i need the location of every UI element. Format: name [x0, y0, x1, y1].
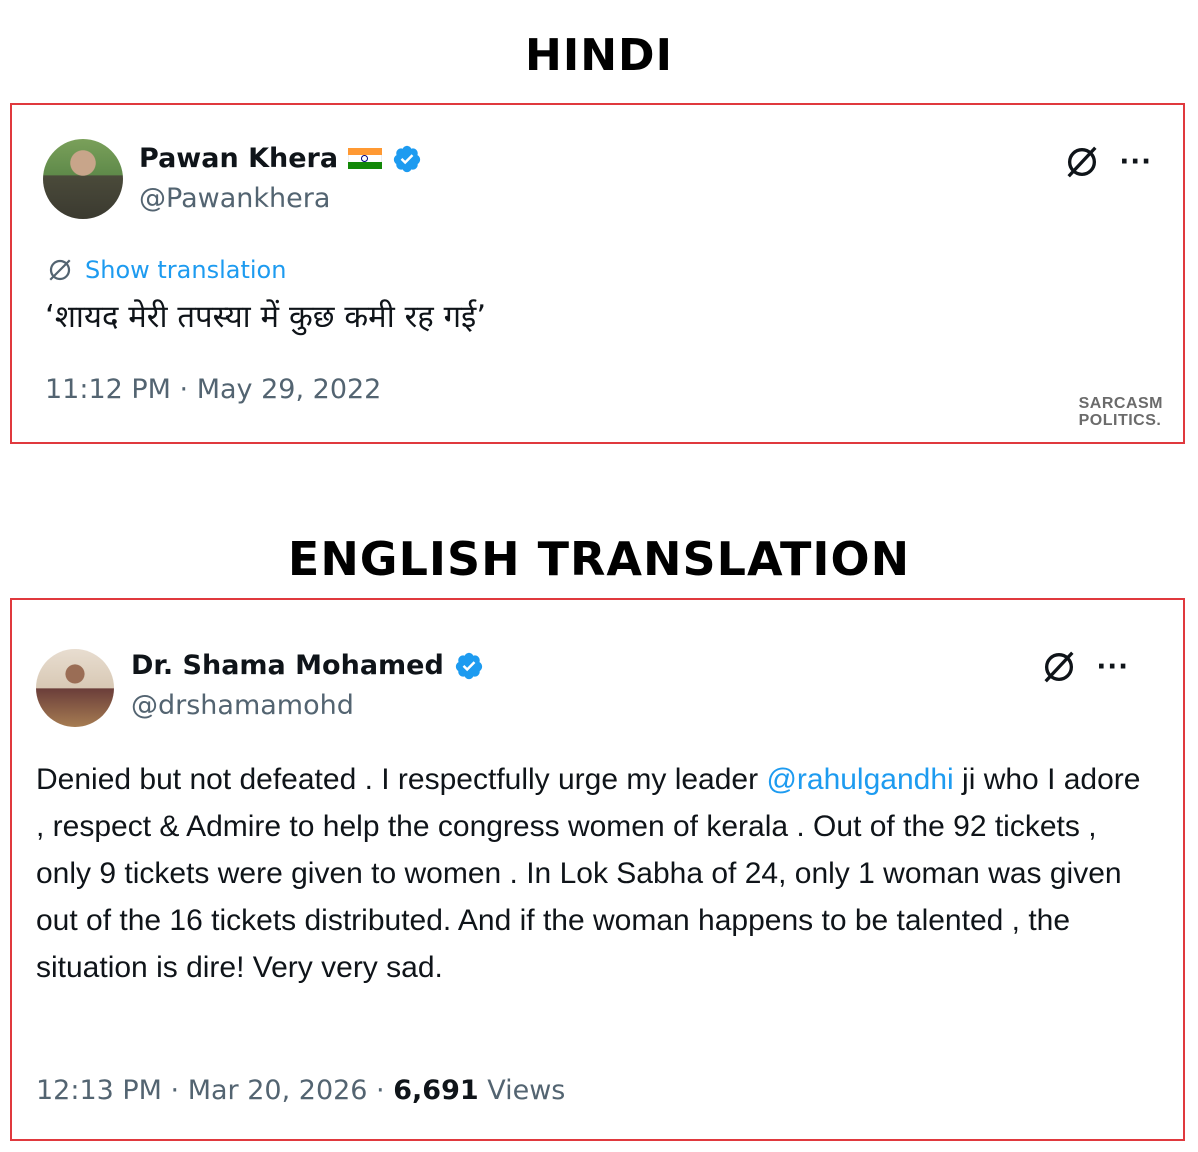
- tweet-timestamp[interactable]: 11:12 PM · May 29, 2022: [45, 374, 381, 405]
- grok-icon[interactable]: [1040, 648, 1078, 686]
- tweet-text-part-1: Denied but not defeated . I respectfully…: [36, 763, 767, 796]
- indian-flag-icon: [348, 147, 383, 170]
- avatar[interactable]: [43, 139, 123, 219]
- show-translation-link[interactable]: Show translation: [45, 255, 286, 285]
- tweet-text-part-2: ji who I adore , respect & Admire to hel…: [36, 763, 1141, 984]
- verified-badge-icon[interactable]: [392, 144, 422, 174]
- more-icon[interactable]: ···: [1096, 654, 1129, 680]
- tweet-actions-top: ···: [1063, 143, 1152, 181]
- author-name[interactable]: Pawan Khera: [139, 143, 338, 174]
- show-translation-label[interactable]: Show translation: [85, 256, 286, 284]
- author-name[interactable]: Dr. Shama Mohamed: [131, 650, 444, 681]
- author-name-row: Pawan Khera: [139, 143, 422, 174]
- author-handle[interactable]: @drshamamohd: [131, 690, 354, 721]
- verified-badge-icon[interactable]: [454, 651, 484, 681]
- author-handle[interactable]: @Pawankhera: [139, 183, 330, 214]
- views-label: Views: [478, 1075, 566, 1106]
- more-icon[interactable]: ···: [1119, 149, 1152, 175]
- tweet-text: ‘शायद मेरी तपस्या में कुछ कमी रह गई’: [45, 299, 487, 335]
- tweet-card-shama-mohamed: Dr. Shama Mohamed @drshamamohd ··· Denie…: [10, 598, 1185, 1141]
- watermark-line-1: SARCASM: [1078, 395, 1163, 412]
- section-title-english: ENGLISH TRANSLATION: [287, 532, 911, 586]
- tweet-card-pawan-khera: Pawan Khera @Pawankhera ··· Show transla…: [10, 103, 1185, 444]
- tweet-meta: 12:13 PM · Mar 20, 2026 · 6,691 Views: [36, 1075, 565, 1106]
- tweet-timestamp[interactable]: 12:13 PM · Mar 20, 2026 ·: [36, 1075, 393, 1106]
- tweet-text: Denied but not defeated . I respectfully…: [36, 756, 1156, 991]
- author-name-row: Dr. Shama Mohamed: [131, 650, 484, 681]
- grok-icon[interactable]: [1063, 143, 1101, 181]
- avatar[interactable]: [36, 649, 114, 727]
- views-count: 6,691: [393, 1075, 479, 1106]
- translate-icon: [49, 259, 71, 281]
- watermark-line-2: POLITICS.: [1078, 412, 1162, 429]
- tweet-actions-top: ···: [1040, 648, 1129, 686]
- section-title-hindi: HINDI: [525, 30, 673, 81]
- mention-link[interactable]: @rahulgandhi: [766, 763, 953, 796]
- watermark-logo: SARCASM POLITICS.: [1079, 395, 1163, 429]
